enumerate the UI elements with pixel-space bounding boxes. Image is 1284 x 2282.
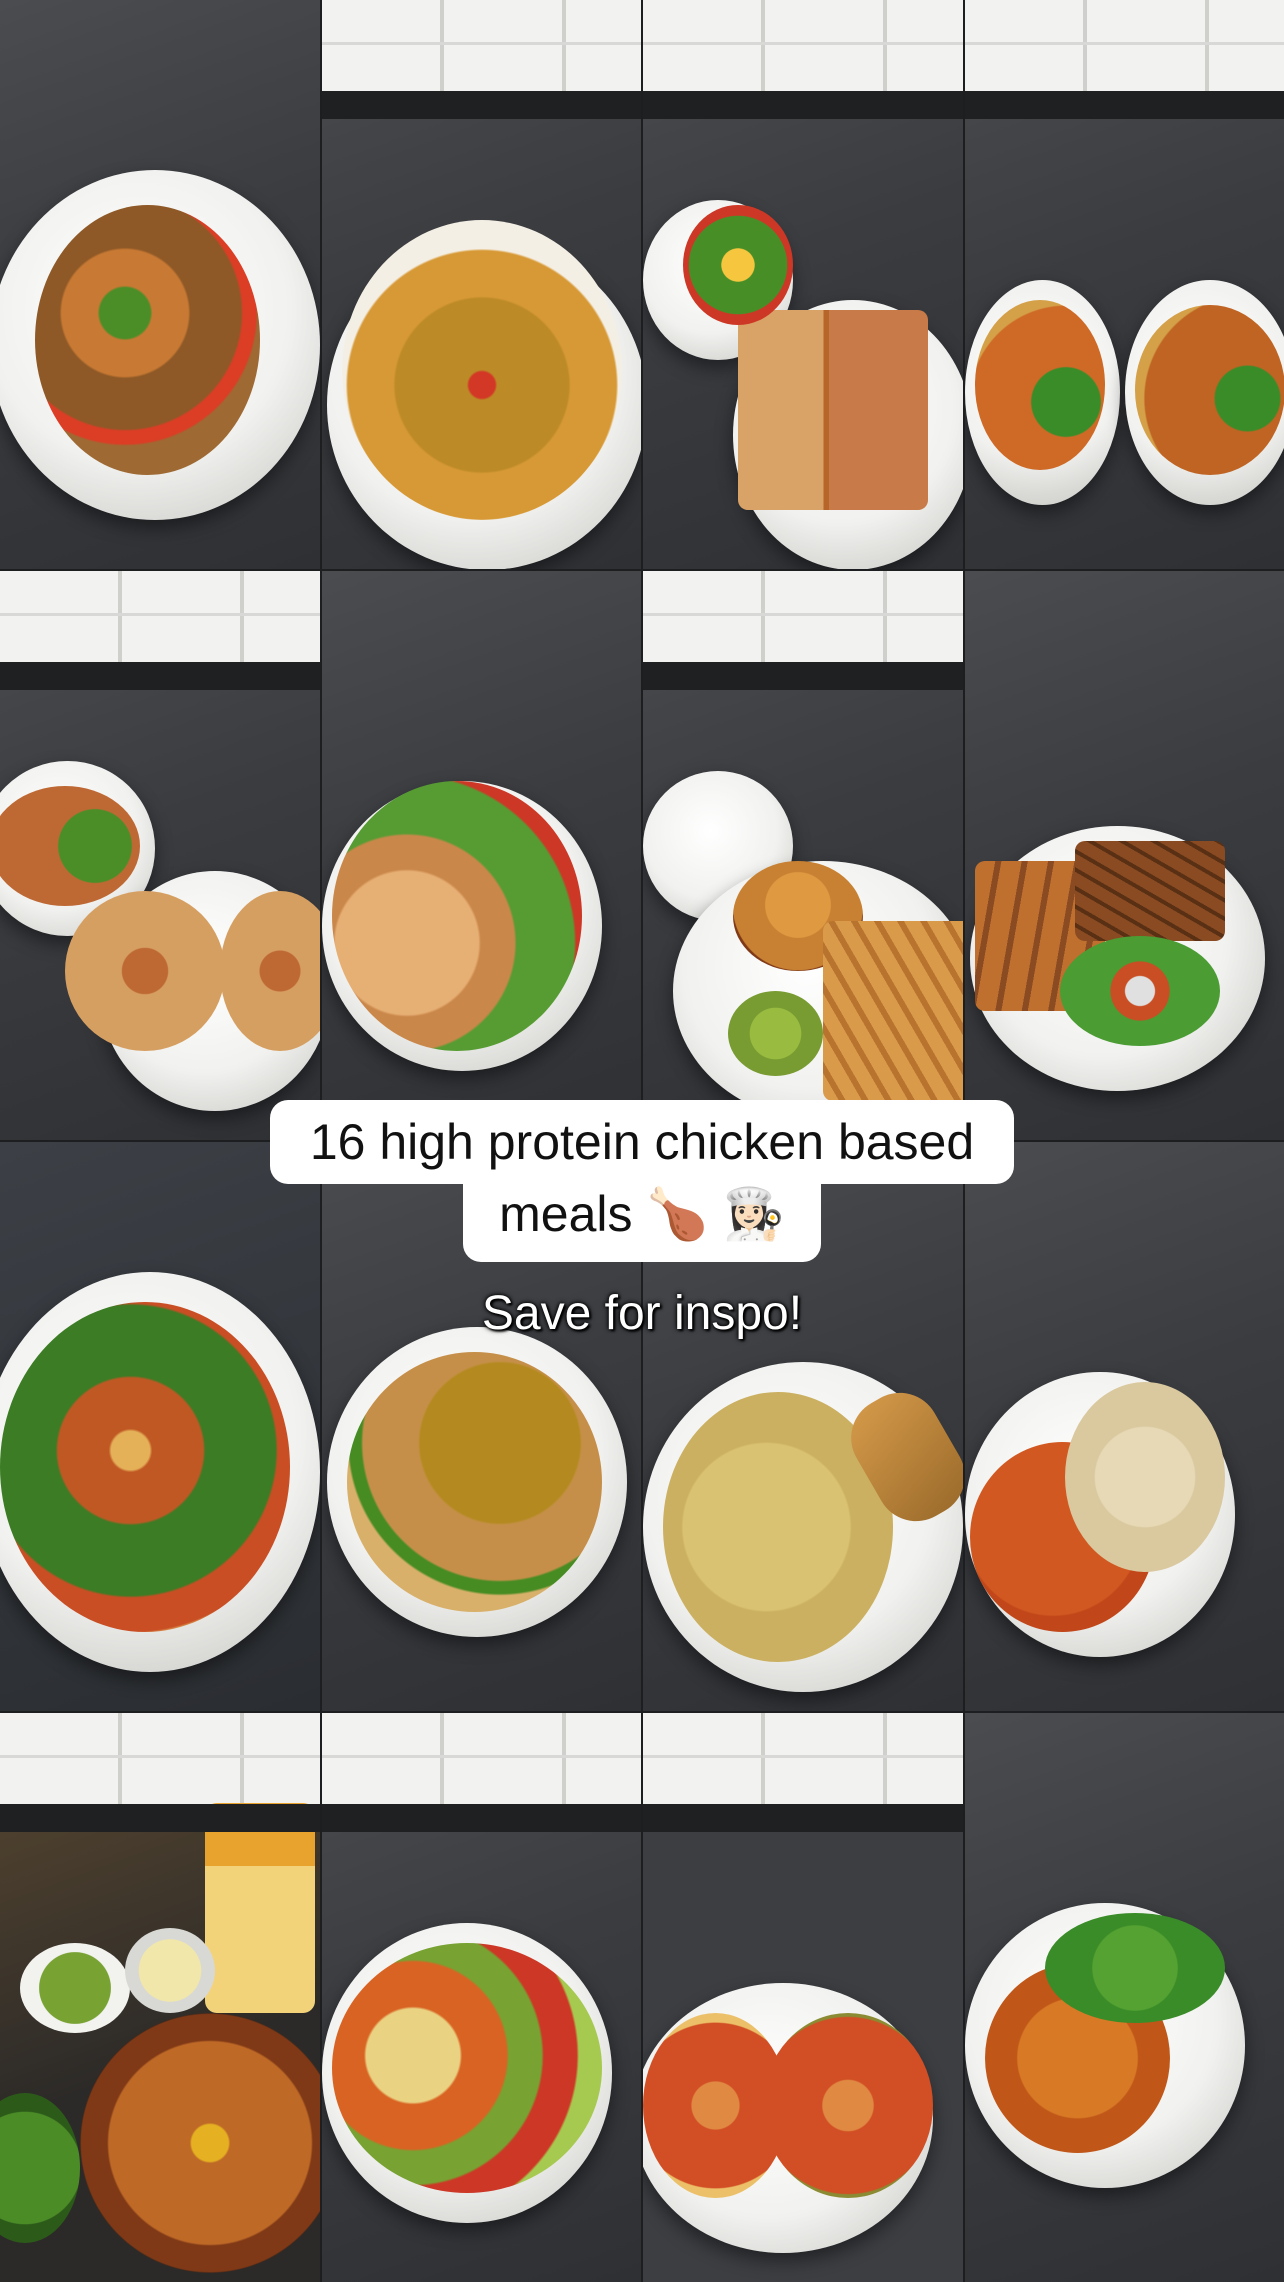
food <box>331 781 582 1051</box>
tile-13 <box>0 1713 320 2282</box>
food <box>346 1352 602 1612</box>
food <box>1064 1382 1225 1572</box>
food <box>20 1943 130 2033</box>
save-for-inspo-text: Save for inspo! <box>481 1287 803 1340</box>
tile-7 <box>643 571 963 1140</box>
food <box>763 2013 933 2198</box>
food <box>1074 841 1225 941</box>
tile-6 <box>321 571 641 1140</box>
food <box>331 1943 602 2193</box>
tile-4 <box>964 0 1284 569</box>
food <box>125 1928 215 2013</box>
food <box>0 2093 80 2243</box>
food <box>1044 1913 1225 2023</box>
tile-3 <box>643 0 963 569</box>
food <box>341 220 622 520</box>
food <box>738 310 928 510</box>
food <box>1059 936 1220 1046</box>
food <box>35 205 260 475</box>
food <box>65 891 225 1051</box>
caption-title-line-1: 16 high protein chicken based <box>269 1100 1015 1184</box>
tile-15 <box>643 1713 963 2282</box>
food <box>974 300 1105 470</box>
food <box>0 1302 290 1632</box>
tile-1 <box>0 0 320 569</box>
caption-overlay: 16 high protein chicken based meals 🍗 👩🏻… <box>0 1100 1284 1344</box>
tile-16 <box>964 1713 1284 2282</box>
food <box>80 2013 320 2273</box>
food <box>683 205 793 325</box>
food <box>1134 305 1284 475</box>
food <box>728 991 823 1076</box>
tile-14 <box>321 1713 641 2282</box>
tile-2 <box>321 0 641 569</box>
food <box>205 1803 315 2013</box>
food <box>823 921 963 1101</box>
tile-5 <box>0 571 320 1140</box>
tile-8 <box>964 571 1284 1140</box>
caption-title-line-2: meals 🍗 👩🏻‍🍳 <box>463 1178 821 1262</box>
